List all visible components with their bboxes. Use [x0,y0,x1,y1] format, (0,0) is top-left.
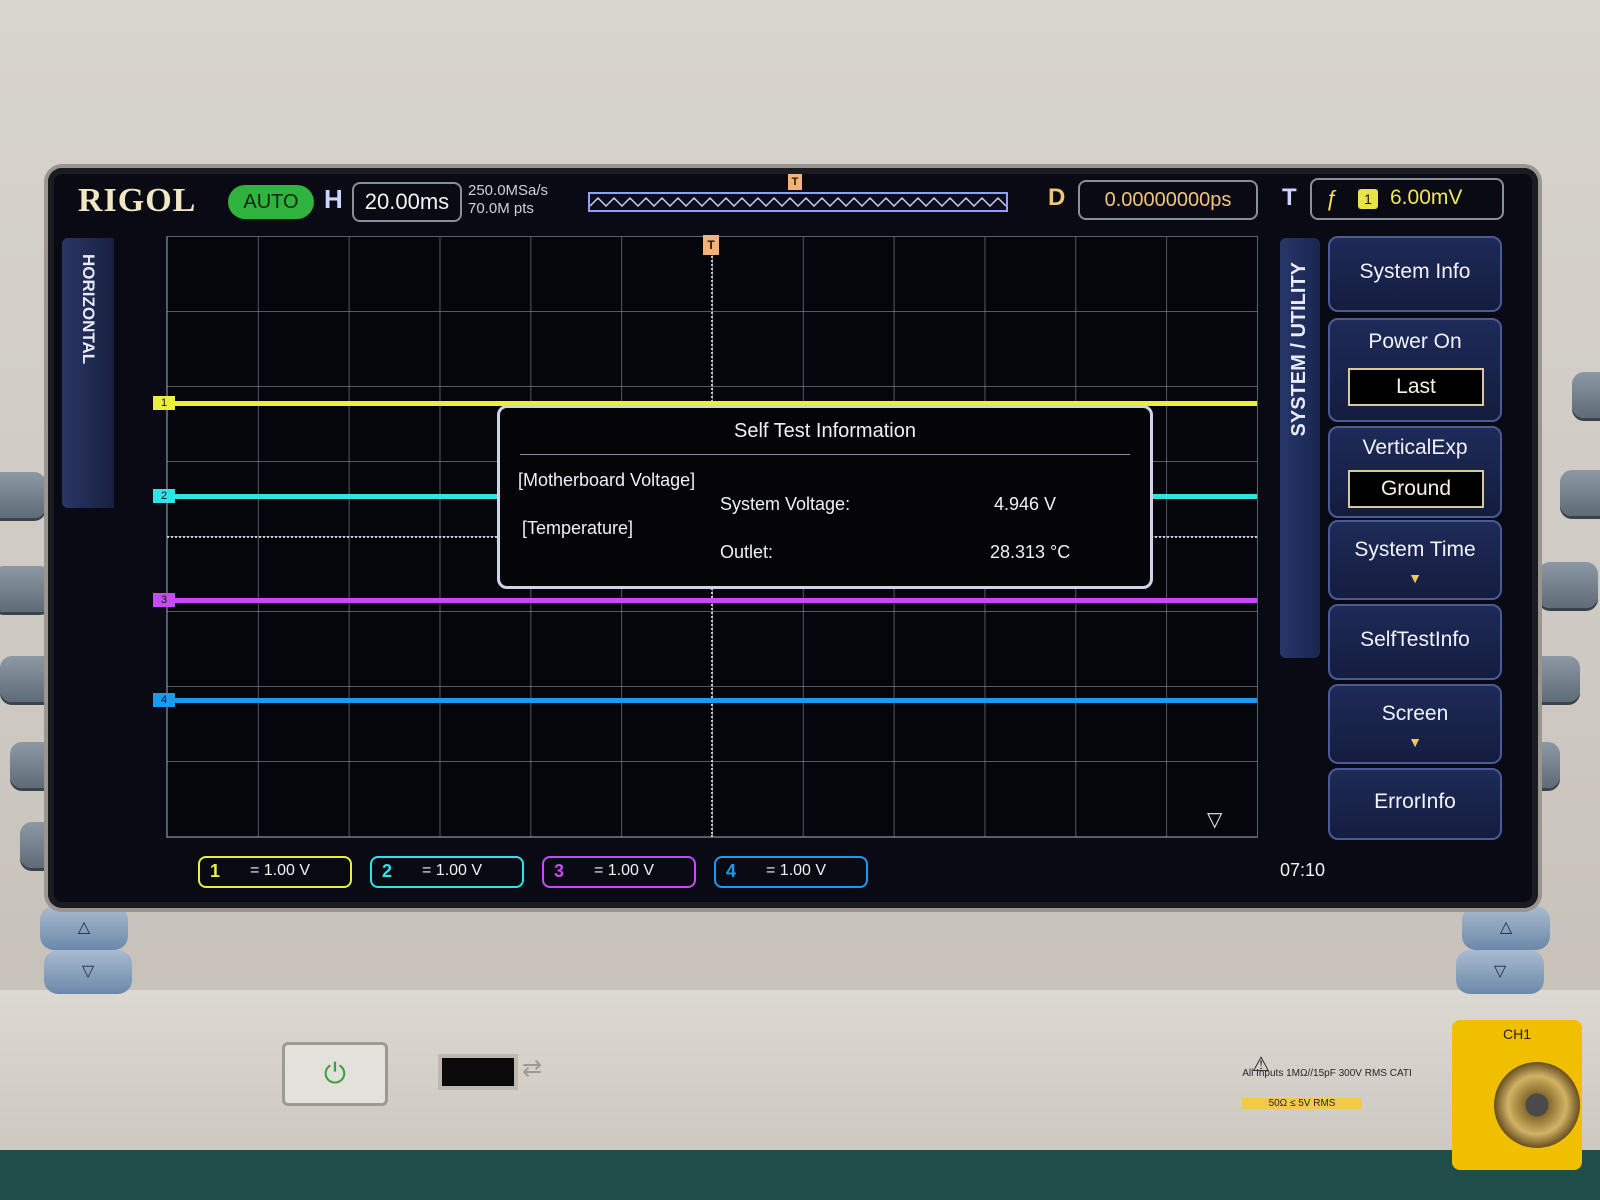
channel-2-scale[interactable]: 2 = 1.00 V [370,856,524,888]
chevron-down-icon: ▼ [1408,734,1422,750]
trigger-level: 6.00mV [1390,186,1463,209]
channel-2-number: 2 [382,861,393,881]
system-voltage-value: 4.946 V [994,494,1057,514]
sample-rate: 250.0MSa/s [468,182,549,199]
channel-3-marker[interactable]: 3 [153,593,175,607]
right-down-button[interactable]: ▽ [1456,950,1544,994]
left-side-button-2[interactable] [0,566,52,612]
horizontal-label: H [324,184,343,214]
waveform-overview [589,196,1007,208]
ch1-bnc-connector[interactable] [1494,1062,1580,1148]
run-status-badge[interactable]: AUTO [228,185,314,219]
menu-system-info-label: System Info [1359,260,1471,283]
channel-3-trace [167,598,1257,603]
motherboard-voltage-heading: [Motherboard Voltage] [518,470,696,490]
outlet-label: Outlet: [720,542,774,562]
channel-4-scale[interactable]: 4 = 1.00 V [714,856,868,888]
system-voltage-label: System Voltage: [720,494,851,514]
system-clock: 07:10 [1280,860,1326,880]
usb-port[interactable] [438,1054,518,1090]
left-side-button-1[interactable] [0,472,46,518]
trigger-level-arrow-icon: ▽ [1207,809,1223,831]
top-status-bar: RIGOL AUTO H 20.00ms 250.0MSa/s 70.0M pt… [48,168,1538,230]
channel-2-scale-value: = 1.00 V [422,862,483,879]
menu-screen[interactable]: Screen ▼ [1328,684,1502,764]
menu-power-on[interactable]: Power On Last [1328,318,1502,422]
menu-self-test-info[interactable]: SelfTestInfo [1328,604,1502,680]
right-softkey-2[interactable] [1560,470,1600,516]
usb-icon: ⇄ [522,1055,543,1082]
input-rating-50ohm: 50Ω ≤ 5V RMS [1242,1098,1362,1109]
chevron-down-icon: ▼ [1408,570,1422,586]
timebase-value[interactable]: 20.00ms [352,182,462,222]
power-button[interactable]: ⏻ [282,1042,388,1106]
delay-value[interactable]: 0.00000000ps [1078,180,1258,220]
temperature-heading: [Temperature] [522,518,634,538]
delay-label: D [1048,184,1066,211]
trigger-position-marker: T [788,174,802,190]
channel-3-number: 3 [554,861,565,881]
right-softkey-1[interactable] [1572,372,1600,418]
menu-system-time-label: System Time [1354,538,1476,561]
system-utility-menu-tab: SYSTEM / UTILITY [1280,238,1320,658]
waveform-grid: T 1 2 3 4 ▽ Self Test Information [Mothe… [153,235,1258,838]
menu-power-on-label: Power On [1368,330,1462,353]
menu-system-time[interactable]: System Time ▼ [1328,520,1502,600]
left-down-button[interactable]: ▽ [44,950,132,994]
outlet-temperature-value: 28.313 °C [990,542,1071,562]
channel-4-scale-value: = 1.00 V [766,862,827,879]
acquisition-info: 250.0MSa/s 70.0M pts [468,182,548,218]
menu-error-info[interactable]: ErrorInfo [1328,768,1502,840]
channel-1-scale[interactable]: 1 = 1.00 V [198,856,352,888]
horizontal-tab-label: HORIZONTAL [79,254,98,365]
channel-1-number: 1 [210,861,221,881]
desk-surface [0,1150,1600,1200]
dialog-title: Self Test Information [734,420,916,442]
menu-power-on-value: Last [1348,368,1484,406]
channel-3-scale-value: = 1.00 V [594,862,655,879]
trigger-source: 1 [1358,189,1378,209]
menu-vertical-exp[interactable]: VerticalExp Ground [1328,426,1502,518]
horizontal-tab[interactable]: HORIZONTAL [62,238,114,508]
trigger-settings[interactable]: ƒ 1 6.00mV [1310,178,1504,220]
channel-2-marker[interactable]: 2 [153,489,175,503]
channel-status-bar: 1 = 1.00 V 2 = 1.00 V 3 = 1.00 V 4 = 1.0… [48,848,1538,892]
channel-4-marker[interactable]: 4 [153,693,175,707]
menu-system-info[interactable]: System Info [1328,236,1502,312]
menu-title: SYSTEM / UTILITY [1288,262,1310,437]
channel-4-trace [167,698,1257,703]
menu-vertical-exp-value: Ground [1348,470,1484,508]
self-test-dialog: Self Test Information [Motherboard Volta… [497,405,1153,589]
menu-vertical-exp-label: VerticalExp [1362,436,1468,459]
right-softkey-3[interactable] [1538,562,1598,608]
channel-1-scale-value: = 1.00 V [250,862,311,879]
trigger-marker-icon: T [703,235,719,255]
memory-depth: 70.0M pts [468,200,534,217]
right-up-button[interactable]: △ [1462,906,1550,950]
menu-self-test-info-label: SelfTestInfo [1360,628,1470,651]
brand-logo: RIGOL [78,182,197,219]
trigger-edge-icon: ƒ [1326,186,1339,211]
trigger-label: T [1282,184,1297,211]
dialog-divider [520,454,1130,455]
menu-error-info-label: ErrorInfo [1374,790,1456,813]
menu-screen-label: Screen [1381,702,1449,725]
oscilloscope-screen: RIGOL AUTO H 20.00ms 250.0MSa/s 70.0M pt… [48,168,1538,908]
ch1-label: CH1 [1502,1026,1531,1042]
input-rating-text: All Inputs 1MΩ//15pF 300V RMS CATI [1242,1068,1412,1079]
left-up-button[interactable]: △ [40,906,128,950]
channel-1-marker[interactable]: 1 [153,396,175,410]
channel-3-scale[interactable]: 3 = 1.00 V [542,856,696,888]
memory-overview-bar [588,192,1008,212]
channel-4-number: 4 [726,861,737,881]
